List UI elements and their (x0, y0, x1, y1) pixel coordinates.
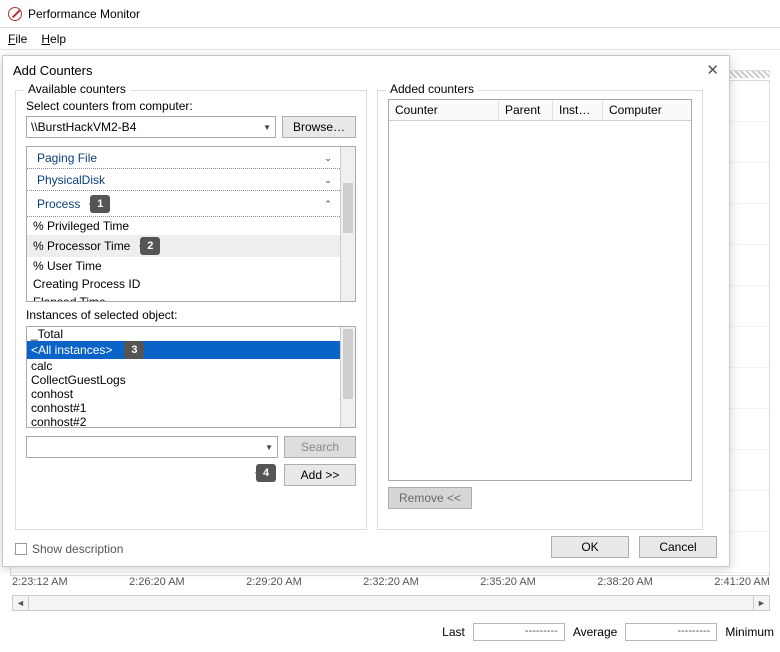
counter-category-process[interactable]: Process 1 ⌃ (27, 191, 340, 217)
select-from-label: Select counters from computer: (26, 99, 356, 113)
time-axis: 2:23:12 AM2:26:20 AM2:29:20 AM 2:32:20 A… (12, 576, 770, 590)
chevron-up-icon: ⌃ (322, 199, 334, 210)
ok-button[interactable]: OK (551, 536, 629, 558)
dialog-titlebar: Add Counters ✕ (3, 56, 729, 84)
instance-item[interactable]: _Total (27, 327, 340, 341)
added-legend: Added counters (386, 82, 478, 96)
added-counters-table[interactable]: Counter Parent Inst… Computer (388, 99, 692, 481)
col-counter[interactable]: Counter (389, 100, 499, 120)
instances-list[interactable]: _Total <All instances> 3 calc CollectGue… (26, 326, 356, 428)
instance-item-all[interactable]: <All instances> 3 (27, 341, 340, 359)
chevron-down-icon: ▼ (263, 123, 271, 132)
cancel-button[interactable]: Cancel (639, 536, 717, 558)
add-counters-dialog: Add Counters ✕ Available counters Select… (2, 55, 730, 567)
instance-item[interactable]: conhost (27, 387, 340, 401)
menu-help[interactable]: Help (41, 32, 66, 46)
callout-3: 3 (124, 341, 144, 359)
last-label: Last (442, 625, 465, 639)
browse-button[interactable]: Browse… (282, 116, 356, 138)
col-computer[interactable]: Computer (603, 100, 691, 120)
horizontal-scrollbar[interactable]: ◄ ► (12, 595, 770, 611)
min-label: Minimum (725, 625, 774, 639)
instance-item[interactable]: calc (27, 359, 340, 373)
callout-1: 1 (90, 195, 110, 213)
avg-label: Average (573, 625, 617, 639)
vertical-scrollbar[interactable] (340, 327, 355, 427)
counter-tree[interactable]: Paging File⌄ PhysicalDisk⌄ Process 1 ⌃ %… (26, 146, 356, 302)
search-button[interactable]: Search (284, 436, 356, 458)
show-description-checkbox[interactable]: Show description (15, 542, 123, 556)
close-icon[interactable]: ✕ (706, 61, 719, 79)
avg-value: --------- (625, 623, 717, 641)
dialog-title: Add Counters (13, 63, 93, 78)
stats-row: Last --------- Average --------- Minimum (0, 620, 780, 644)
scroll-left-icon[interactable]: ◄ (13, 596, 29, 610)
window-titlebar: Performance Monitor (0, 0, 780, 28)
instance-item[interactable]: CollectGuestLogs (27, 373, 340, 387)
checkbox-icon (15, 543, 27, 555)
add-button[interactable]: Add >> (284, 464, 356, 486)
chevron-down-icon: ⌄ (322, 153, 334, 164)
instance-search-combo[interactable]: ▼ (26, 436, 278, 458)
window-title: Performance Monitor (28, 7, 140, 21)
computer-value: \\BurstHackVM2-B4 (31, 120, 136, 134)
last-value: --------- (473, 623, 565, 641)
instance-item[interactable]: conhost#1 (27, 401, 340, 415)
table-header: Counter Parent Inst… Computer (389, 100, 691, 121)
available-counters-group: Available counters Select counters from … (15, 90, 367, 530)
counter-item[interactable]: Creating Process ID (27, 275, 340, 293)
vertical-scrollbar[interactable] (340, 147, 355, 301)
chevron-down-icon: ▼ (265, 443, 273, 452)
counter-item[interactable]: % Privileged Time (27, 217, 340, 235)
remove-button[interactable]: Remove << (388, 487, 472, 509)
available-legend: Available counters (24, 82, 130, 96)
scroll-right-icon[interactable]: ► (753, 596, 769, 610)
menu-file[interactable]: File (8, 32, 27, 46)
counter-item[interactable]: % User Time (27, 257, 340, 275)
counter-item-processor-time[interactable]: % Processor Time 2 (27, 235, 340, 257)
chevron-down-icon: ⌄ (322, 175, 334, 186)
callout-2: 2 (140, 237, 160, 255)
callout-4: 4 (256, 464, 276, 482)
added-counters-group: Added counters Counter Parent Inst… Comp… (377, 90, 703, 530)
col-inst[interactable]: Inst… (553, 100, 603, 120)
counter-category-physicaldisk[interactable]: PhysicalDisk⌄ (27, 169, 340, 191)
computer-combo[interactable]: \\BurstHackVM2-B4 ▼ (26, 116, 276, 138)
counter-category-paging-file[interactable]: Paging File⌄ (27, 147, 340, 169)
counter-item[interactable]: Elapsed Time (27, 293, 340, 301)
col-parent[interactable]: Parent (499, 100, 553, 120)
instance-item[interactable]: conhost#2 (27, 415, 340, 427)
menubar: File Help (0, 28, 780, 50)
app-icon (8, 7, 22, 21)
instances-label: Instances of selected object: (26, 308, 356, 322)
